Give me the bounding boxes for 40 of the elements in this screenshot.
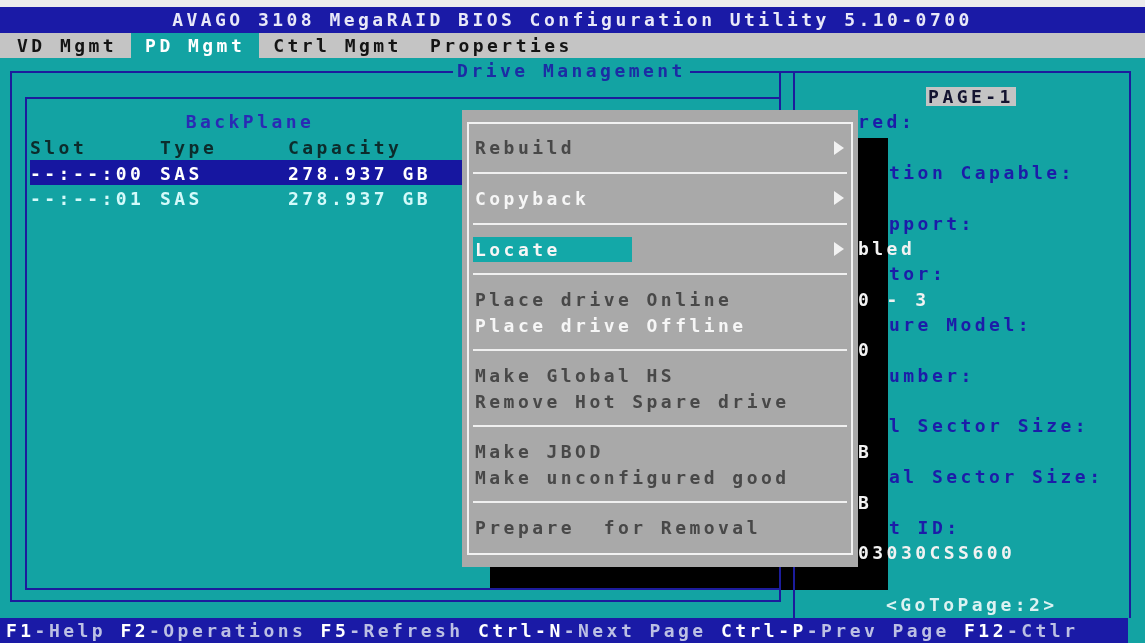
- table-cell: --:--:00: [30, 162, 145, 184]
- field-label: umber:: [889, 364, 975, 386]
- field-value: B: [858, 491, 873, 513]
- field-value: 0 - 3: [858, 288, 930, 310]
- key-hint: F5-Refresh: [320, 619, 464, 643]
- field-label: t ID:: [889, 516, 961, 538]
- key-hint: Ctrl-P-Prev Page: [720, 619, 950, 643]
- menu-tab[interactable]: Properties: [415, 33, 587, 58]
- field-label: ure Model:: [889, 314, 1032, 336]
- table-cell: --:--:01: [30, 188, 145, 210]
- table-cell: SAS: [160, 188, 203, 210]
- menu-tab[interactable]: Ctrl Mgmt: [259, 33, 416, 58]
- menu-tab[interactable]: VD Mgmt: [3, 33, 132, 58]
- page-indicator: PAGE-1: [926, 87, 1016, 107]
- field-value: B: [858, 440, 873, 462]
- menu-item[interactable]: Place drive Offline: [473, 312, 747, 338]
- field-label: tor:: [889, 263, 947, 285]
- window-title: AVAGO 3108 MegaRAID BIOS Configuration Utility 5.10-0700: [172, 9, 973, 31]
- field-label: l Sector Size:: [889, 415, 1090, 437]
- field-label: red:: [858, 111, 916, 133]
- column-header: Capacity: [288, 137, 403, 159]
- list-title: BackPlane: [185, 111, 315, 132]
- menu-item[interactable]: Locate: [473, 236, 632, 262]
- field-value: 0: [858, 339, 873, 361]
- panel-title: Drive Management: [453, 62, 690, 80]
- menu-tab[interactable]: PD Mgmt: [131, 33, 260, 58]
- field-label: tion Capable:: [889, 162, 1075, 184]
- page-link[interactable]: <GoToPage:2>: [886, 594, 1058, 617]
- key-hint: F12-Ctlr: [964, 619, 1079, 643]
- key-hint: Ctrl-N-Next Page: [477, 619, 707, 643]
- table-cell: 278.937 GB: [288, 162, 431, 184]
- table-cell: 278.937 GB: [288, 188, 431, 210]
- field-label: pport:: [889, 212, 975, 234]
- column-header: Type: [160, 137, 218, 159]
- menu-item[interactable]: Copyback: [473, 185, 632, 211]
- key-hint: F2-Operations: [120, 619, 307, 643]
- table-cell: SAS: [160, 162, 203, 184]
- field-label: al Sector Size:: [889, 466, 1104, 488]
- column-header: Slot: [30, 137, 88, 159]
- key-hint: F1-Help: [6, 619, 107, 643]
